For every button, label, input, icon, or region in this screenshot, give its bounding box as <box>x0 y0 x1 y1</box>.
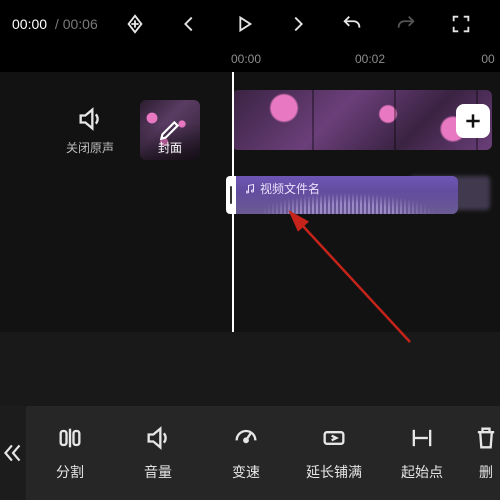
transport-controls <box>108 6 488 42</box>
tool-volume[interactable]: 音量 <box>114 406 202 500</box>
track-side-controls: 关闭原声 封面 <box>0 90 220 170</box>
prev-frame-button[interactable] <box>171 6 207 42</box>
undo-icon <box>341 13 363 35</box>
redo-icon <box>395 13 417 35</box>
cover-label: 封面 <box>140 139 200 156</box>
volume-icon <box>144 424 172 452</box>
chevron-right-icon <box>287 13 309 35</box>
tool-start-point[interactable]: 起始点 <box>378 406 466 500</box>
play-icon <box>233 13 255 35</box>
chevron-left-icon <box>178 13 200 35</box>
tool-delete[interactable]: 删 <box>466 406 500 500</box>
next-frame-button[interactable] <box>280 6 316 42</box>
play-button[interactable] <box>226 6 262 42</box>
chevrons-left-icon <box>0 440 26 466</box>
extend-icon <box>320 424 348 452</box>
tool-label: 起始点 <box>401 462 443 482</box>
mute-original-audio-button[interactable]: 关闭原声 <box>60 105 120 156</box>
annotation-arrow <box>270 192 450 352</box>
tool-label: 删 <box>479 462 493 482</box>
fullscreen-icon <box>450 13 472 35</box>
keyframe-icon <box>124 13 146 35</box>
timeline-area: 关闭原声 封面 视频文件名 <box>0 72 500 332</box>
time-total: / 00:06 <box>51 16 98 32</box>
cover-thumbnail-button[interactable]: 封面 <box>140 100 200 160</box>
time-ruler[interactable]: 00:00 00:02 00 <box>230 52 500 72</box>
tool-strip: 分割 音量 变速 延长铺满 起始点 删 <box>26 406 500 500</box>
audio-clip-label: 视频文件名 <box>244 180 320 197</box>
start-point-icon <box>408 424 436 452</box>
spacer-strip <box>0 332 500 406</box>
tool-speed[interactable]: 变速 <box>202 406 290 500</box>
time-current: 00:00 <box>12 16 47 32</box>
audio-filename: 视频文件名 <box>260 180 320 197</box>
collapse-toolbar-button[interactable] <box>0 406 26 500</box>
tool-split[interactable]: 分割 <box>26 406 114 500</box>
bottom-toolbar: 分割 音量 变速 延长铺满 起始点 删 <box>0 406 500 500</box>
tool-extend-fill[interactable]: 延长铺满 <box>290 406 378 500</box>
audio-clip[interactable]: 视频文件名 <box>236 176 458 214</box>
split-icon <box>56 424 84 452</box>
mute-label: 关闭原声 <box>66 139 114 156</box>
video-clip[interactable] <box>232 90 492 150</box>
music-note-icon <box>244 183 256 195</box>
playhead[interactable] <box>232 72 234 332</box>
redo-button[interactable] <box>388 6 424 42</box>
tool-label: 音量 <box>144 462 172 482</box>
tool-label: 分割 <box>56 462 84 482</box>
speed-icon <box>232 424 260 452</box>
plus-icon <box>463 111 483 131</box>
ruler-tick: 00:00 <box>231 52 261 66</box>
undo-button[interactable] <box>334 6 370 42</box>
ruler-tick: 00 <box>481 52 494 66</box>
tool-label: 延长铺满 <box>306 462 362 482</box>
time-total-value: 00:06 <box>63 16 98 32</box>
speaker-icon <box>76 105 104 133</box>
audio-clip-left-handle[interactable] <box>226 176 236 214</box>
trash-icon <box>472 424 500 452</box>
fullscreen-button[interactable] <box>443 6 479 42</box>
keyframe-button[interactable] <box>117 6 153 42</box>
ruler-tick: 00:02 <box>355 52 385 66</box>
tool-label: 变速 <box>232 462 260 482</box>
add-clip-button[interactable] <box>456 104 490 138</box>
top-transport-bar: 00:00 / 00:06 <box>0 0 500 48</box>
